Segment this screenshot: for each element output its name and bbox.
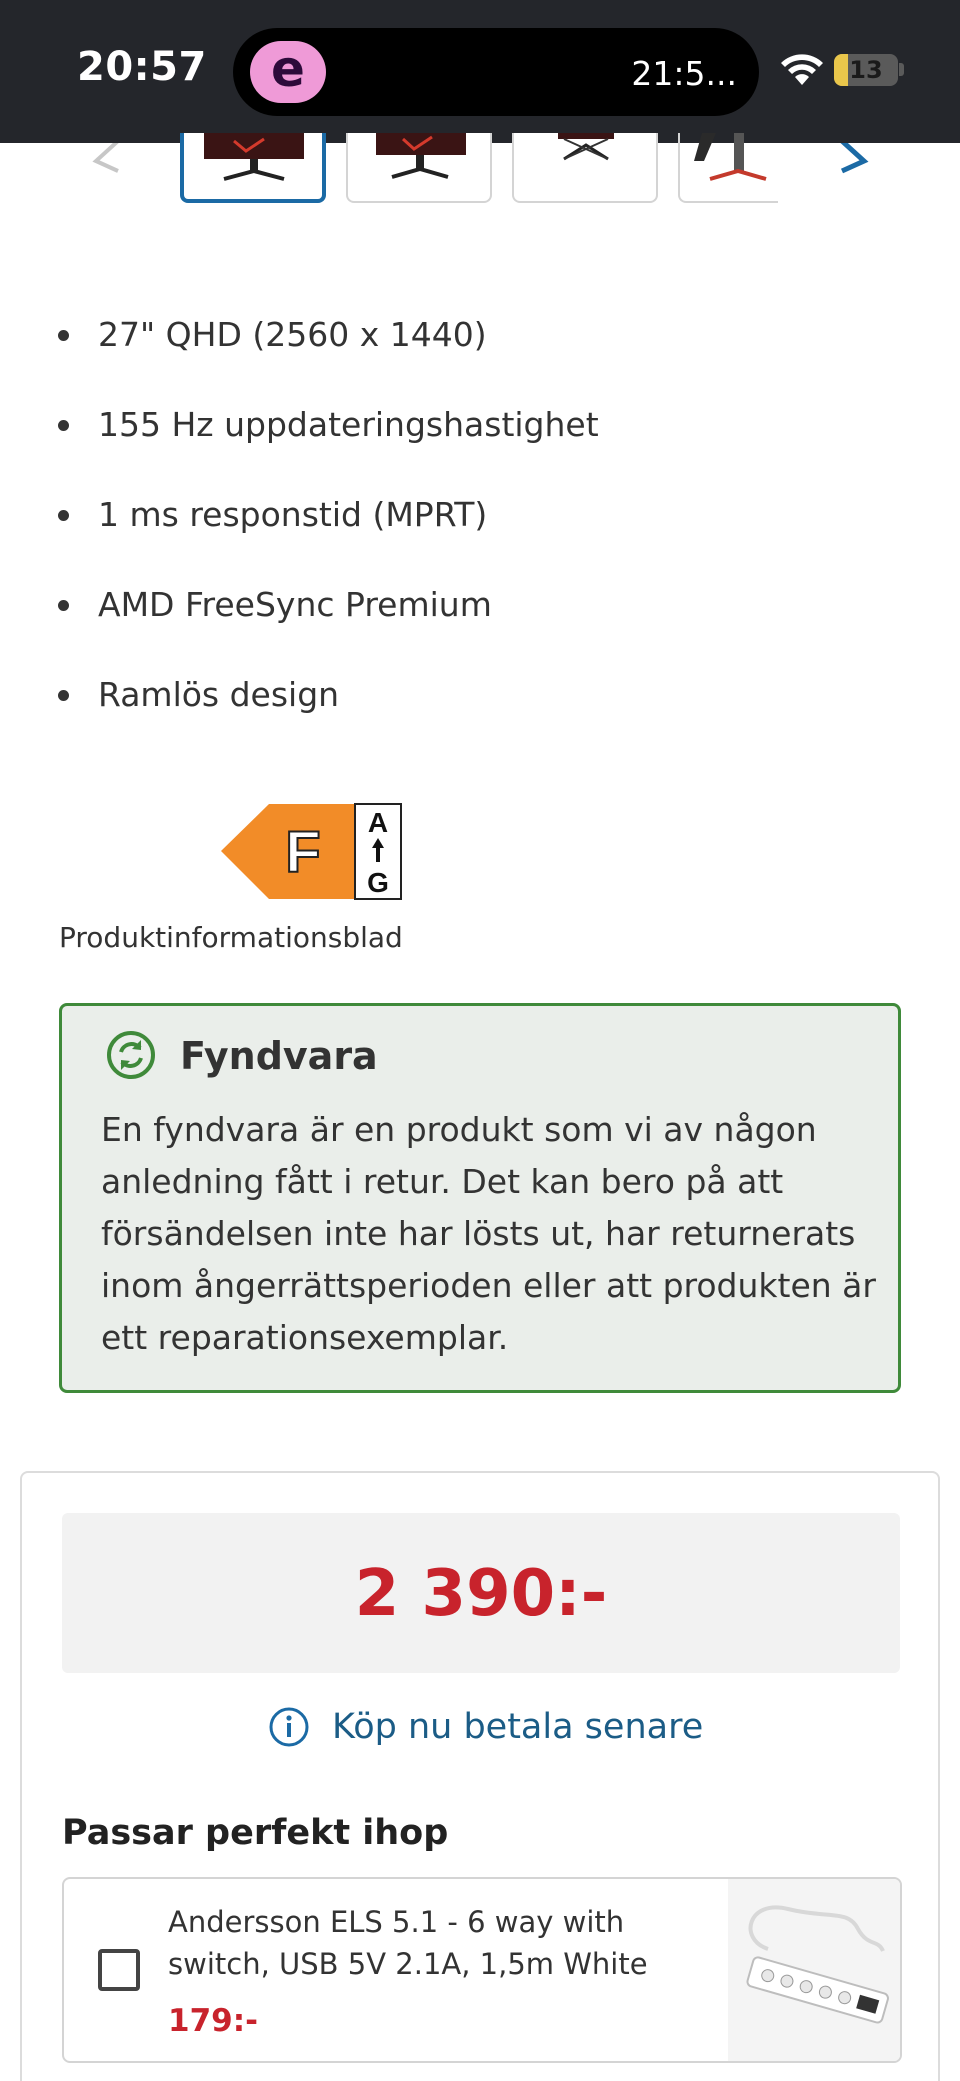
feature-item: 1 ms responstid (MPRT): [56, 486, 599, 576]
monitor-thumbnail-image: [204, 133, 304, 181]
price-box: 2 390:-: [62, 1513, 900, 1673]
battery-icon: 13: [834, 54, 898, 86]
chevron-left-icon[interactable]: [80, 143, 140, 183]
monitor-thumbnail-image: [558, 133, 614, 161]
buy-now-pay-later-label: Köp nu betala senare: [332, 1707, 704, 1747]
thumbnail-4[interactable]: [678, 133, 778, 203]
battery-level: 13: [849, 56, 883, 84]
accessory-image: [728, 1879, 900, 2061]
chevron-right-icon[interactable]: [826, 143, 886, 183]
product-sheet-link[interactable]: Produktinformationsblad: [59, 921, 403, 954]
wifi-icon: [781, 54, 823, 85]
pairs-section-title: Passar perfekt ihop: [62, 1813, 449, 1853]
status-bar: 20:57 e 21:5... 13: [0, 0, 960, 143]
feature-item: AMD FreeSync Premium: [56, 576, 599, 666]
buy-now-pay-later-link[interactable]: Köp nu betala senare: [268, 1701, 703, 1753]
energy-class-letter: F: [285, 820, 320, 885]
accessory-price: 179:-: [168, 2003, 258, 2039]
dynamic-island[interactable]: e 21:5...: [233, 28, 759, 116]
product-price: 2 390:-: [354, 1557, 608, 1631]
thumbnail-1[interactable]: [180, 133, 326, 203]
feature-item: 155 Hz uppdateringshastighet: [56, 396, 599, 486]
accessory-checkbox[interactable]: [98, 1949, 140, 1991]
fyndvara-info-box: Fyndvara En fyndvara är en produkt som v…: [59, 1003, 901, 1393]
feature-item: 27" QHD (2560 x 1440): [56, 306, 599, 396]
monitor-thumbnail-image: [694, 133, 767, 181]
energy-scale-bottom: G: [367, 867, 389, 898]
refresh-icon: [107, 1031, 155, 1079]
fyndvara-description: En fyndvara är en produkt som vi av någo…: [101, 1110, 876, 1357]
status-time: 20:57: [77, 44, 207, 90]
purchase-card: 2 390:- Köp nu betala senare Passar perf…: [20, 1471, 940, 2081]
power-strip-image: [746, 1905, 889, 2024]
island-app-letter: e: [271, 40, 305, 98]
feature-list: 27" QHD (2560 x 1440) 155 Hz uppdatering…: [56, 306, 599, 756]
thumbnail-3[interactable]: [512, 133, 658, 203]
feature-item: Ramlös design: [56, 666, 599, 756]
energy-scale-top: A: [368, 807, 388, 838]
island-timer: 21:5...: [631, 54, 737, 93]
battery-cap: [899, 63, 904, 76]
info-icon: [269, 1707, 309, 1747]
image-thumbnail-strip: [0, 133, 960, 213]
accessory-item[interactable]: Andersson ELS 5.1 - 6 way with switch, U…: [62, 1877, 902, 2063]
island-app-icon: e: [250, 41, 326, 103]
energy-label-badge[interactable]: F A G: [219, 802, 403, 901]
accessory-name: Andersson ELS 5.1 - 6 way with switch, U…: [168, 1905, 648, 1981]
fyndvara-title: Fyndvara: [180, 1034, 378, 1078]
thumbnail-2[interactable]: [346, 133, 492, 203]
monitor-thumbnail-image: [376, 133, 466, 179]
